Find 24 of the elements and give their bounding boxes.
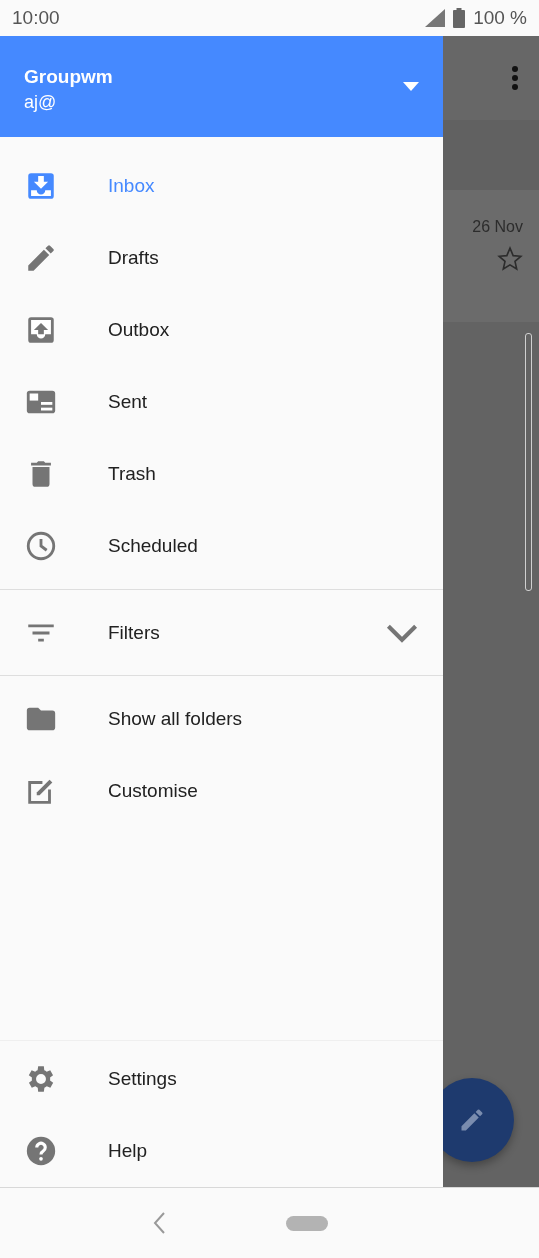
drawer-item[interactable]: Help xyxy=(0,1115,443,1187)
status-time: 10:00 xyxy=(12,7,60,29)
drawer-item[interactable]: Trash xyxy=(0,438,443,510)
more-icon[interactable] xyxy=(511,65,519,91)
message-date: 26 Nov xyxy=(472,218,523,236)
account-email: aj@ xyxy=(24,92,58,113)
battery-icon xyxy=(453,8,466,28)
clock-icon xyxy=(24,529,58,563)
drawer-item[interactable]: Outbox xyxy=(0,294,443,366)
signal-icon xyxy=(425,9,446,27)
drawer-item[interactable]: Sent xyxy=(0,366,443,438)
help-icon xyxy=(24,1134,58,1168)
drawer-item[interactable]: Scheduled xyxy=(0,510,443,582)
account-name: Groupwm xyxy=(24,66,114,88)
battery-percent: 100 % xyxy=(473,7,527,29)
dropdown-icon[interactable] xyxy=(403,82,419,91)
back-icon[interactable] xyxy=(151,1211,166,1235)
drawer-item[interactable]: Drafts xyxy=(0,222,443,294)
drawer-item[interactable]: Filters xyxy=(0,590,443,675)
drawer-item[interactable]: Settings xyxy=(0,1043,443,1115)
drawer-item[interactable]: Show all folders xyxy=(0,683,443,755)
star-icon[interactable] xyxy=(497,246,523,272)
home-icon[interactable] xyxy=(285,1215,328,1231)
drawer-item[interactable]: Customise xyxy=(0,755,443,827)
